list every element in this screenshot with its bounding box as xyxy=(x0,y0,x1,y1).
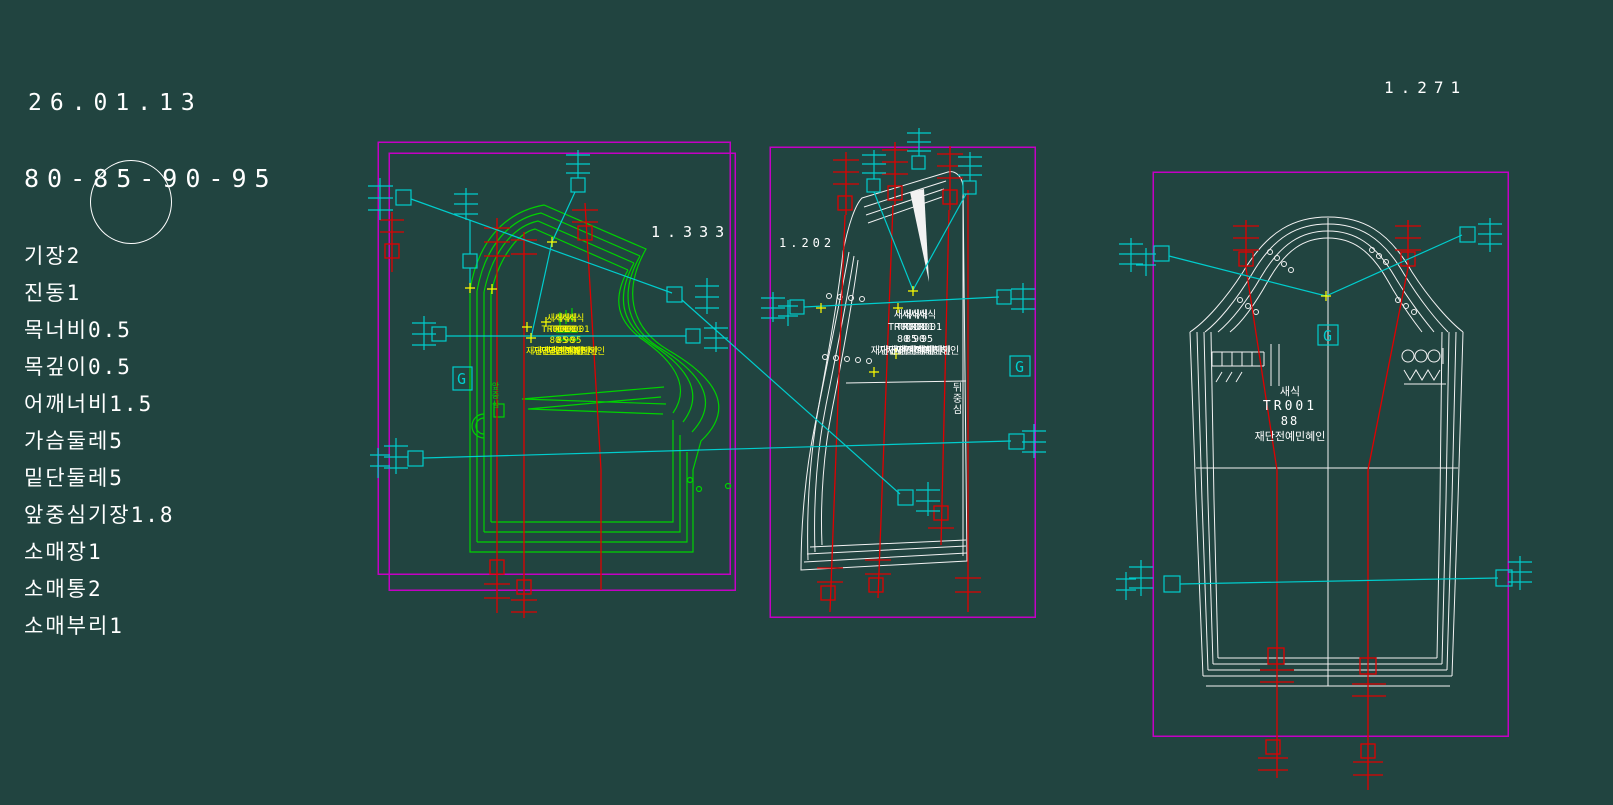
front-grain-label: 앞중심 xyxy=(490,382,501,409)
measurement-item: 소매통2 xyxy=(24,573,175,610)
measurement-list: 기장2 진동1 목너비0.5 목깊이0.5 어깨너비1.5 가슴둘레5 밑단둘레… xyxy=(24,240,175,647)
measurement-item: 기장2 xyxy=(24,240,175,277)
measurement-item: 밑단둘레5 xyxy=(24,462,175,499)
grain-lines-sleeve xyxy=(1233,220,1421,790)
stamp-note: 재단전예민혜인 xyxy=(521,347,631,358)
sleeve-stamp: 새식 TR001 88 재단전예민혜인 xyxy=(1215,383,1365,444)
measurement-item: 목너비0.5 xyxy=(24,314,175,351)
stamp-size: 88 xyxy=(1215,414,1365,428)
stamp-code: TR001 xyxy=(521,325,631,336)
stamp-note: 재단전예민혜인 xyxy=(867,346,987,358)
measurement-item: 소매장1 xyxy=(24,536,175,573)
pattern-front-outline[interactable] xyxy=(470,205,731,552)
sleeve-grade-mark[interactable]: G xyxy=(1323,327,1332,345)
stamp-note: 재단전예민혜인 xyxy=(1215,428,1365,444)
measurement-item: 소매부리1 xyxy=(24,610,175,647)
measurement-item: 가슴둘레5 xyxy=(24,425,175,462)
front-scale-label: 1.333 xyxy=(651,223,731,241)
selected-size-circle xyxy=(90,160,172,244)
stamp-label: 새식 xyxy=(867,310,987,322)
back-scale-label: 1.202 xyxy=(779,236,835,250)
cad-workspace[interactable]: 26.01.13 80-85-90-95 기장2 진동1 목너비0.5 목깊이0… xyxy=(0,0,1613,805)
measurement-item: 어깨너비1.5 xyxy=(24,388,175,425)
scale-note: 1.271 xyxy=(1384,78,1467,97)
pattern-sleeve-outline[interactable] xyxy=(1190,217,1463,686)
stamp-label: 새식 xyxy=(521,314,631,325)
back-grade-mark[interactable]: G xyxy=(1015,358,1024,376)
measurement-item: 진동1 xyxy=(24,277,175,314)
measurement-item: 앞중심기장1.8 xyxy=(24,499,175,536)
date-label: 26.01.13 xyxy=(28,90,203,116)
stamp-size: 95 xyxy=(521,336,631,347)
stamp-label: 새식 xyxy=(1215,383,1365,399)
measurement-item: 목깊이0.5 xyxy=(24,351,175,388)
stamp-size: 95 xyxy=(867,334,987,346)
stamp-code: TR001 xyxy=(867,322,987,334)
pattern-canvas[interactable] xyxy=(0,0,1613,805)
front-grade-mark[interactable]: G xyxy=(457,370,466,388)
stamp-code: TR001 xyxy=(1215,399,1365,414)
back-grain-label: 뒤중심 xyxy=(948,382,963,415)
